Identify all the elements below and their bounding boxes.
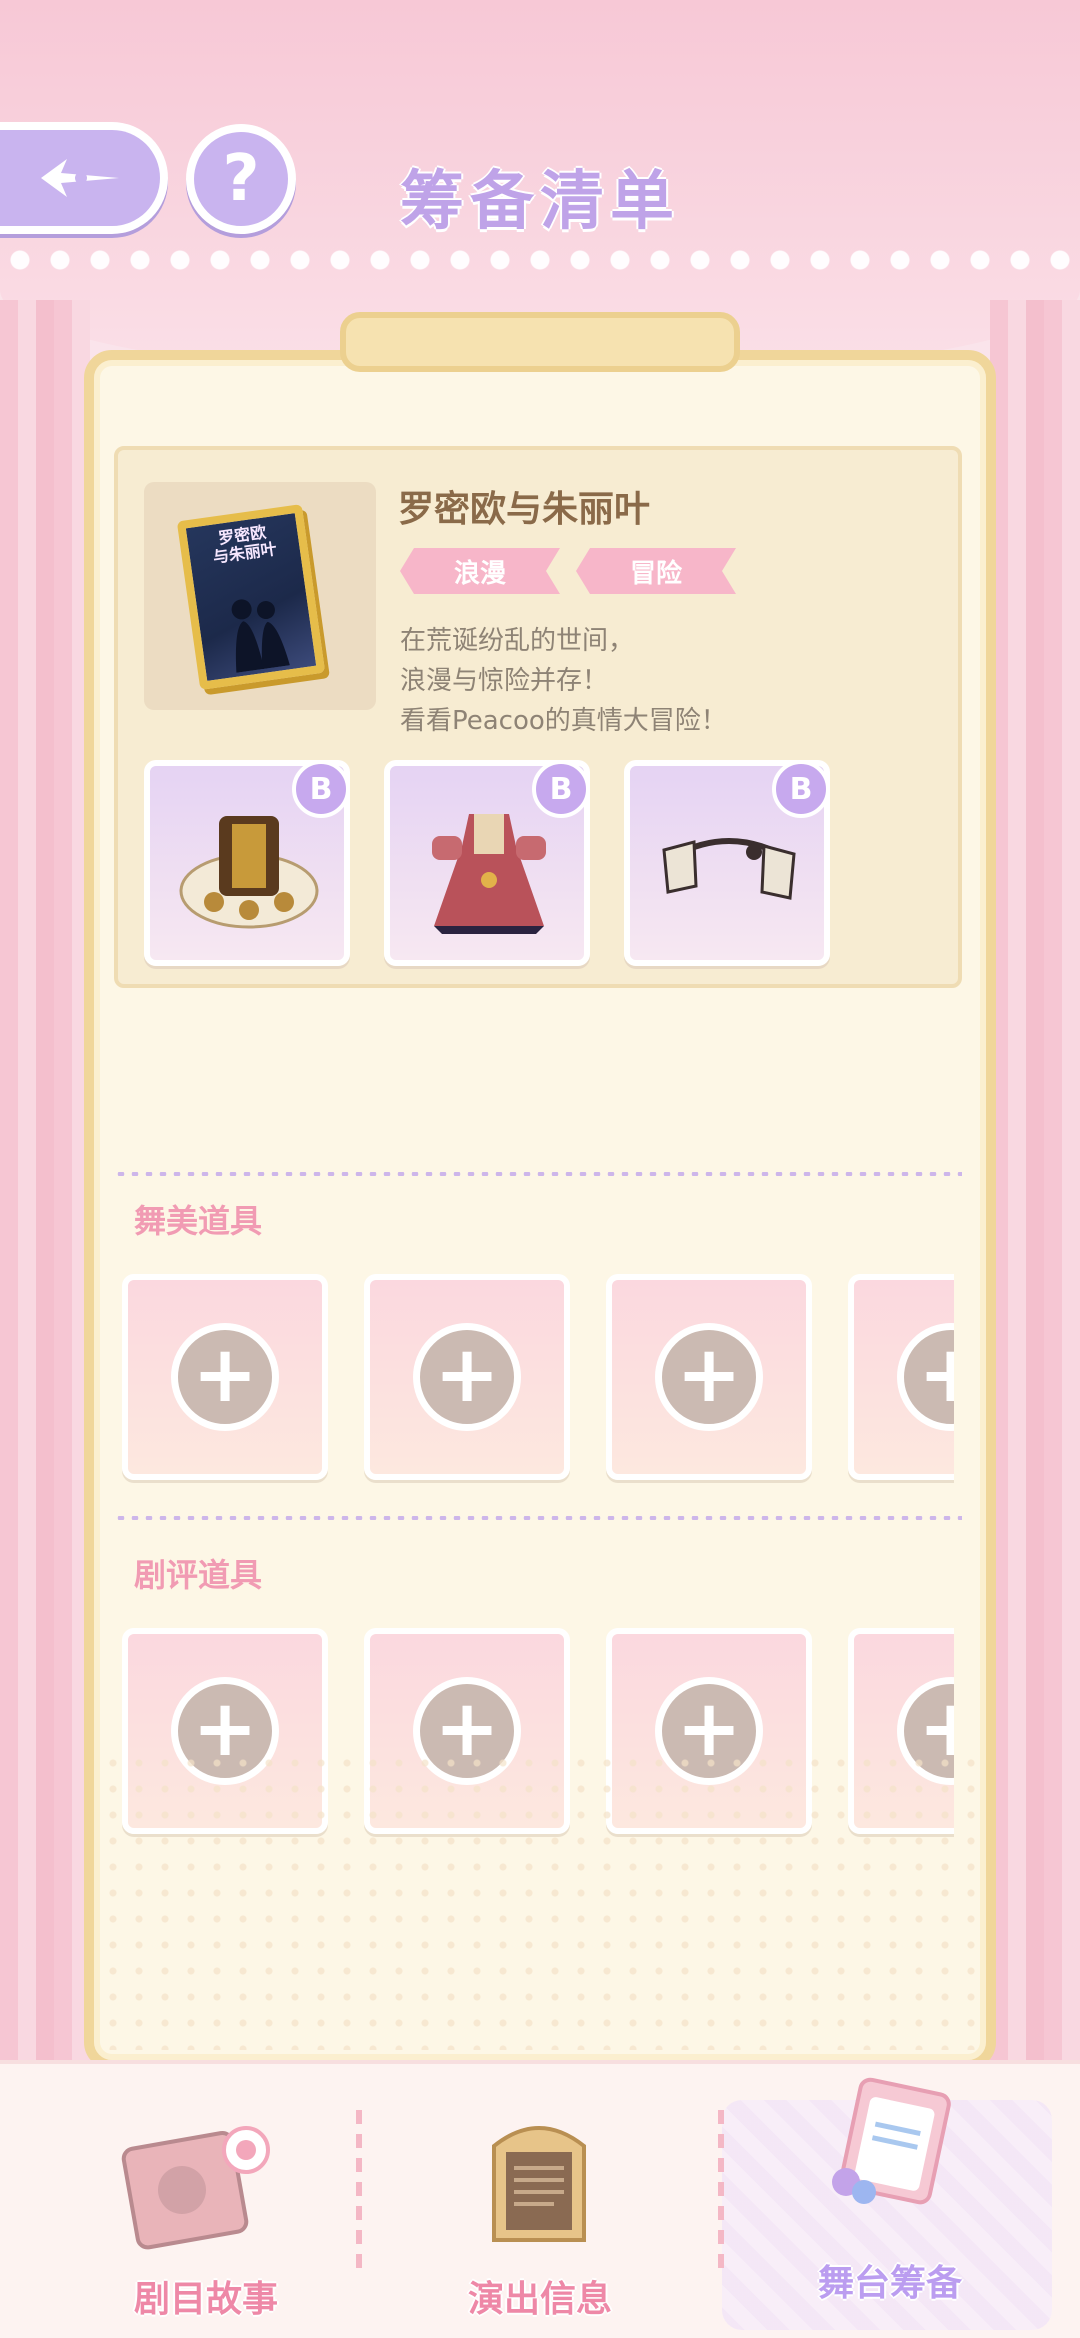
dress-icon — [432, 814, 546, 934]
page-title: 筹备清单 — [400, 165, 680, 239]
stage-prop-slot[interactable]: + — [848, 1274, 954, 1480]
headpiece-item-card[interactable]: B — [624, 760, 830, 966]
headpiece-icon — [662, 838, 796, 900]
script-cover-book[interactable]: 罗密欧 与朱丽叶 — [176, 504, 326, 690]
board-top-ornament — [340, 312, 740, 372]
nav-label: 舞台筹备 — [817, 2263, 962, 2304]
nav-label: 剧目故事 — [133, 2279, 278, 2320]
script-description-line: 看看Peacoo的真情大冒险！ — [400, 706, 727, 736]
nav-divider — [356, 2110, 362, 2270]
nav-label: 演出信息 — [467, 2279, 612, 2320]
add-icon: + — [171, 1323, 279, 1431]
nav-stage-prep[interactable]: 舞台筹备 — [740, 2077, 1040, 2330]
costume-accessory-icon — [179, 816, 319, 929]
curtain-lace — [0, 250, 1080, 310]
stage-props-slots: + + + + — [114, 1270, 954, 1492]
section-divider — [114, 1172, 962, 1176]
costume-item-card[interactable]: B — [144, 760, 350, 966]
cover-title: 罗密欧 与朱丽叶 — [211, 522, 278, 567]
nav-divider — [718, 2110, 724, 2270]
script-title: 罗密欧与朱丽叶 — [398, 489, 651, 530]
curtain-left — [0, 300, 90, 2080]
add-icon: + — [897, 1323, 954, 1431]
add-icon: + — [655, 1323, 763, 1431]
script-description-line: 在荒诞纷乱的世间， — [400, 626, 635, 656]
section-divider — [114, 1516, 962, 1520]
stage-prop-slot[interactable]: + — [364, 1274, 570, 1480]
stage-prop-slot[interactable]: + — [606, 1274, 812, 1480]
dress-item-card[interactable]: B — [384, 760, 590, 966]
board-pattern — [100, 1750, 980, 2050]
nav-info[interactable]: 演出信息 — [390, 2110, 690, 2330]
add-icon: + — [413, 1323, 521, 1431]
stage-prop-slot[interactable]: + — [122, 1274, 328, 1480]
nav-story[interactable]: 剧目故事 — [56, 2110, 356, 2330]
genre-tag: 冒险 — [576, 548, 736, 594]
info-board-icon — [492, 2126, 586, 2242]
script-description-line: 浪漫与惊险并存！ — [400, 666, 609, 696]
genre-tag: 浪漫 — [400, 548, 560, 594]
clipboard-icon — [832, 2077, 951, 2205]
silhouette-icon — [231, 599, 290, 673]
story-book-icon — [121, 2126, 270, 2250]
stage-props-label: 舞美道具 — [134, 1202, 263, 1240]
review-props-label: 剧评道具 — [134, 1556, 263, 1594]
curtain-right — [990, 300, 1080, 2080]
